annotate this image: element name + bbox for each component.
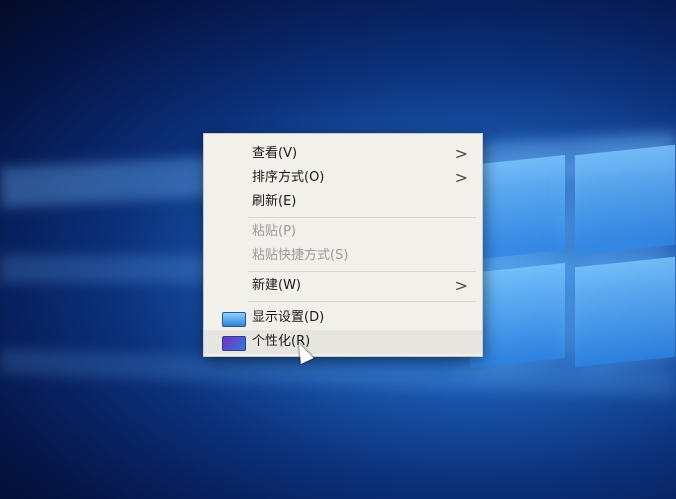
windows-logo-pane (470, 155, 565, 260)
menu-item-new[interactable]: 新建(W) > (204, 274, 482, 298)
menu-item-label: 显示设置(D) (252, 310, 325, 325)
menu-item-label: 刷新(E) (252, 194, 297, 209)
menu-item-label: 粘贴快捷方式(S) (252, 248, 349, 263)
menu-item-sort-by[interactable]: 排序方式(O) > (204, 166, 482, 190)
menu-separator (248, 301, 476, 302)
chevron-right-icon: > (454, 168, 468, 187)
menu-item-view[interactable]: 查看(V) > (204, 142, 482, 166)
chevron-right-icon: > (454, 144, 468, 163)
menu-separator (248, 217, 476, 218)
windows-logo-pane (470, 263, 565, 368)
menu-item-display-settings[interactable]: 显示设置(D) (204, 306, 482, 330)
menu-item-label: 粘贴(P) (252, 224, 296, 239)
desktop-context-menu: 查看(V) > 排序方式(O) > 刷新(E) 粘贴(P) 粘贴快捷方式(S) … (203, 133, 483, 357)
menu-item-personalize[interactable]: 个性化(R) (204, 330, 482, 354)
menu-item-refresh[interactable]: 刷新(E) (204, 190, 482, 214)
menu-item-label: 查看(V) (252, 146, 298, 161)
chevron-right-icon: > (454, 276, 468, 295)
menu-item-label: 排序方式(O) (252, 170, 325, 185)
display-settings-icon (222, 312, 246, 327)
menu-item-paste: 粘贴(P) (204, 220, 482, 244)
menu-separator (248, 271, 476, 272)
menu-item-paste-shortcut: 粘贴快捷方式(S) (204, 244, 482, 268)
windows-logo-pane (575, 144, 675, 256)
menu-item-label: 新建(W) (252, 278, 301, 293)
windows-logo (470, 144, 676, 390)
personalize-icon (222, 336, 246, 351)
windows-logo-pane (575, 256, 675, 368)
